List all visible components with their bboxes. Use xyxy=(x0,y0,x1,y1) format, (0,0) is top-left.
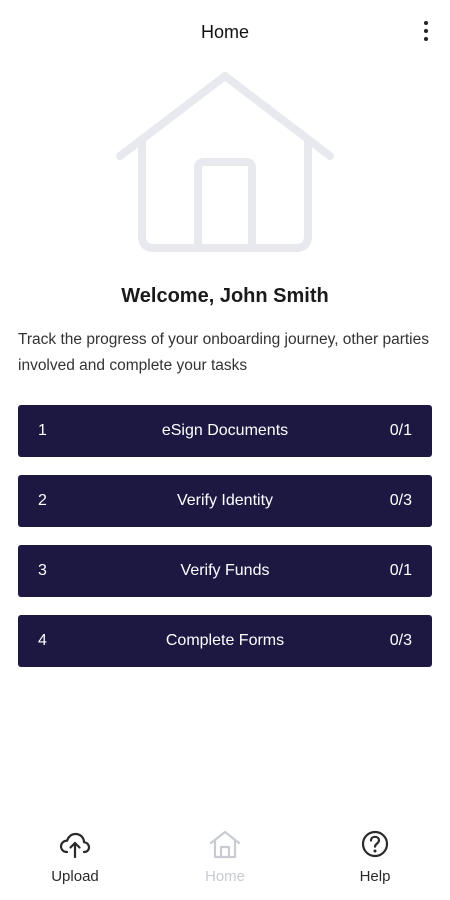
task-progress-count: 0/1 xyxy=(389,422,412,439)
task-label: Verify Funds xyxy=(180,562,270,579)
nav-label: Home xyxy=(204,868,245,885)
upload-cloud-icon xyxy=(59,832,91,859)
task-verify-funds[interactable]: 3 Verify Funds 0/1 xyxy=(18,545,432,597)
task-label: Complete Forms xyxy=(165,632,285,649)
task-complete-forms[interactable]: 4 Complete Forms 0/3 xyxy=(18,615,432,667)
more-options-button[interactable] xyxy=(412,16,440,46)
house-icon xyxy=(116,72,334,252)
nav-label: Help xyxy=(359,868,391,885)
task-esign-documents[interactable]: 1 eSign Documents 0/1 xyxy=(18,405,432,457)
nav-upload[interactable]: Upload xyxy=(20,828,130,892)
nav-help[interactable]: Help xyxy=(320,828,430,892)
home-icon xyxy=(209,830,241,859)
task-progress-count: 0/3 xyxy=(389,632,412,649)
nav-home[interactable]: Home xyxy=(170,828,280,892)
task-list: 1 eSign Documents 0/1 2 Verify Identity … xyxy=(18,405,432,685)
house-illustration xyxy=(112,68,338,260)
nav-label: Upload xyxy=(51,868,99,885)
home-screen: Home Welcome, John Smith Track the progr… xyxy=(0,0,450,900)
help-circle-icon xyxy=(361,830,389,858)
more-vertical-icon xyxy=(424,21,428,25)
bottom-navigation: Upload Home Help xyxy=(0,810,450,900)
task-verify-identity[interactable]: 2 Verify Identity 0/3 xyxy=(18,475,432,527)
task-label: Verify Identity xyxy=(176,492,274,509)
welcome-description: Track the progress of your onboarding jo… xyxy=(18,331,429,374)
welcome-heading: Welcome, John Smith xyxy=(121,285,329,307)
page-title: Home xyxy=(200,22,249,42)
task-progress-count: 0/1 xyxy=(389,562,412,579)
task-label: eSign Documents xyxy=(161,422,289,439)
task-progress-count: 0/3 xyxy=(389,492,412,509)
top-app-bar: Home xyxy=(0,0,450,64)
